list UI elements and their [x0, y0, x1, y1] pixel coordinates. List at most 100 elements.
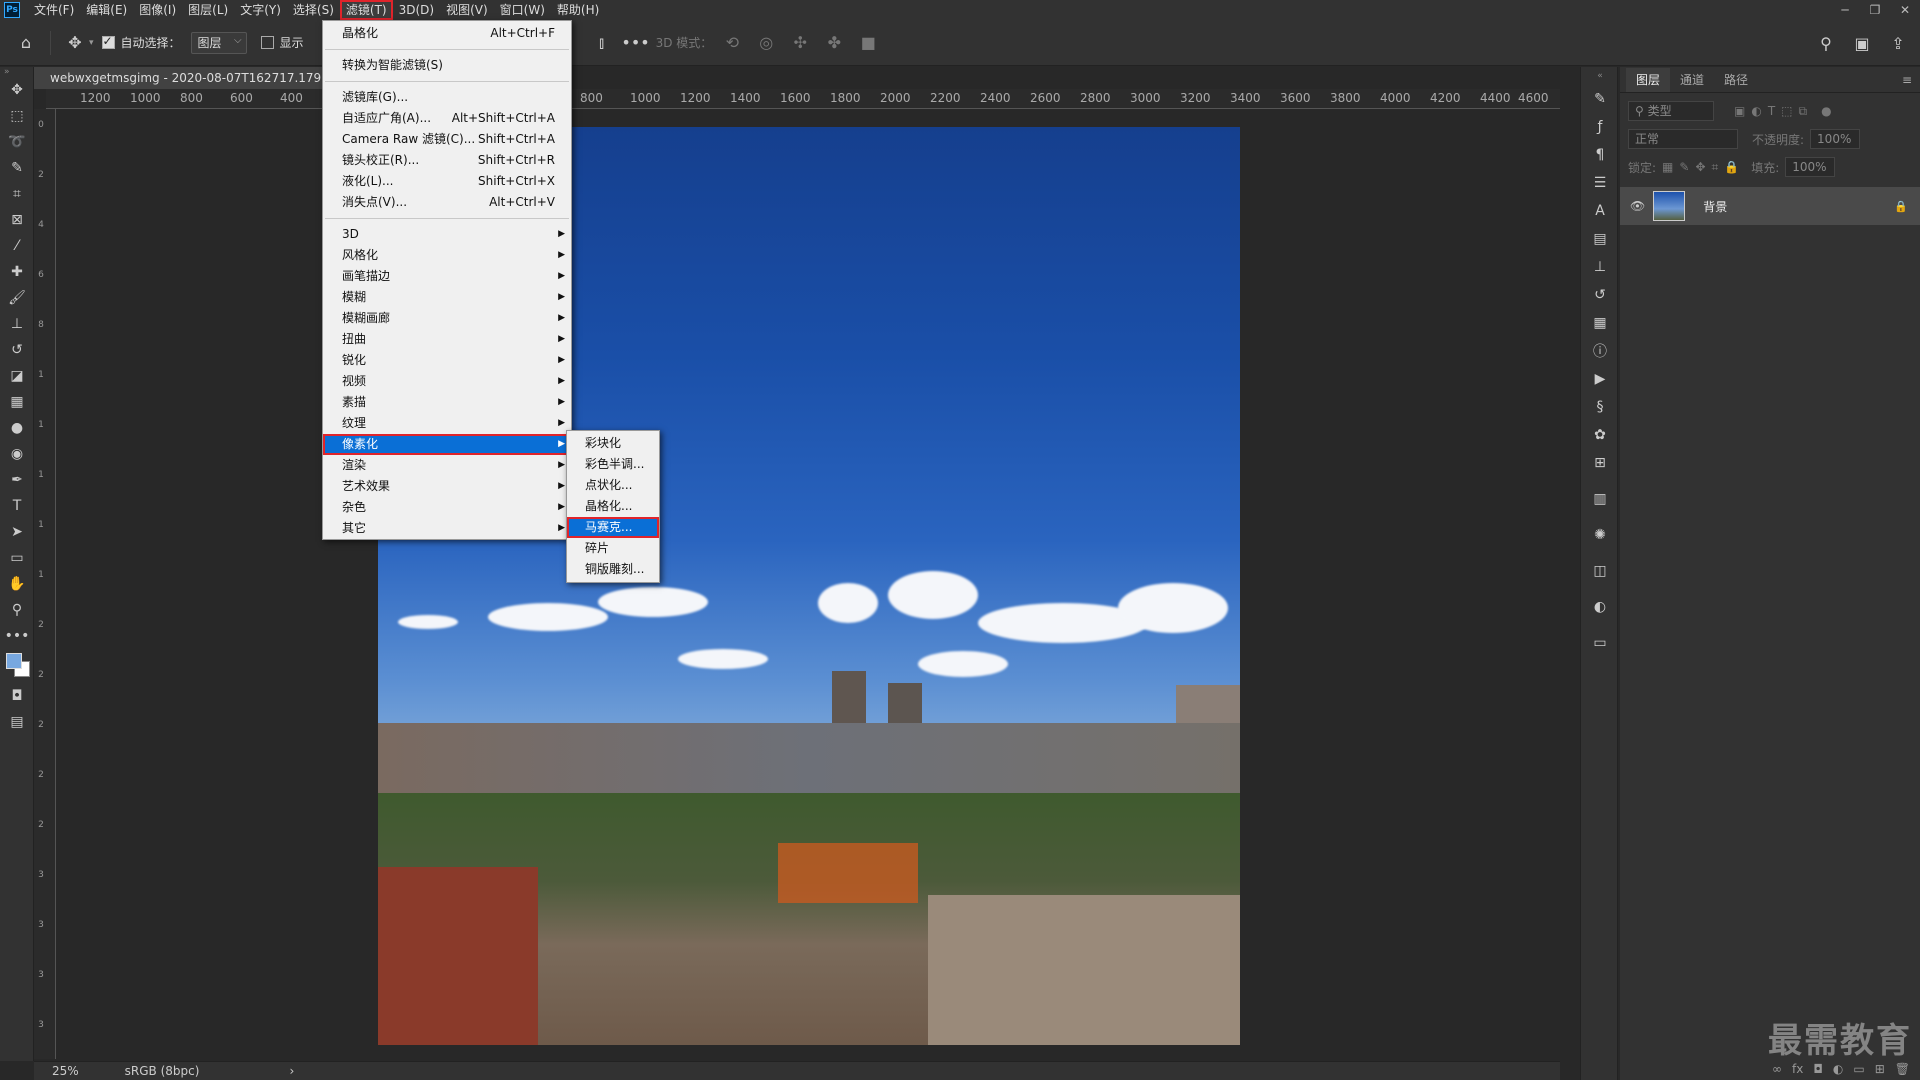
move-tool-icon[interactable]: ✥	[0, 77, 34, 103]
paragraph-icon[interactable]: ¶	[1581, 141, 1619, 169]
collapse-icon[interactable]: «	[1581, 67, 1619, 85]
layer-row[interactable]: 👁 背景 🔒	[1620, 187, 1920, 225]
gradient-tool-icon[interactable]: ▦	[0, 389, 34, 415]
foreground-color[interactable]	[6, 653, 22, 669]
libraries-icon[interactable]: ▤	[1581, 225, 1619, 253]
collapse-icon[interactable]: »	[0, 67, 33, 77]
menu-item-lens-correction[interactable]: 镜头校正(R)... Shift+Ctrl+R	[323, 150, 571, 171]
history-brush-tool-icon[interactable]: ↺	[0, 337, 34, 363]
zoom-tool-icon[interactable]: ⚲	[0, 597, 34, 623]
clone-source-icon[interactable]: ⊥	[1581, 253, 1619, 281]
3d-pan-icon[interactable]: ✣	[786, 29, 814, 57]
filter-shape-icon[interactable]: ⬚	[1781, 104, 1792, 118]
properties-icon[interactable]: ☰	[1581, 169, 1619, 197]
submenu-item-mezzotint[interactable]: 铜版雕刻...	[567, 559, 659, 580]
rectangle-tool-icon[interactable]: ▭	[0, 545, 34, 571]
minimize-button[interactable]: ─	[1830, 0, 1860, 20]
menu-view[interactable]: 视图(V)	[440, 0, 494, 20]
menu-item-sharpen[interactable]: 锐化 ▶	[323, 350, 571, 371]
type-tool-icon[interactable]: T	[0, 493, 34, 519]
menu-item-stylize[interactable]: 风格化 ▶	[323, 245, 571, 266]
auto-select-checkbox[interactable]	[101, 34, 115, 49]
home-icon[interactable]: ⌂	[12, 29, 40, 57]
close-button[interactable]: ✕	[1890, 0, 1920, 20]
more-options-icon[interactable]: •••	[621, 29, 649, 57]
paths-icon[interactable]: §	[1581, 393, 1619, 421]
tab-channels[interactable]: 通道	[1670, 68, 1714, 92]
menu-item-pixelate[interactable]: 像素化 ▶	[323, 434, 571, 455]
character-icon[interactable]: A	[1581, 197, 1619, 225]
brush-settings-icon[interactable]: ✎	[1581, 85, 1619, 113]
menu-item-render[interactable]: 渲染 ▶	[323, 455, 571, 476]
zoom-level[interactable]: 25%	[52, 1064, 79, 1078]
menu-item-brush-strokes[interactable]: 画笔描边 ▶	[323, 266, 571, 287]
pen-tool-icon[interactable]: ✒	[0, 467, 34, 493]
trash-icon[interactable]: 🗑	[1895, 1062, 1910, 1076]
menu-item-other[interactable]: 其它 ▶	[323, 518, 571, 539]
more-tools-icon[interactable]: •••	[0, 623, 34, 649]
menu-edit[interactable]: 编辑(E)	[80, 0, 133, 20]
adjustment-layer-icon[interactable]: ◐	[1833, 1062, 1843, 1076]
healing-brush-tool-icon[interactable]: ✚	[0, 259, 34, 285]
menu-item-liquify[interactable]: 液化(L)... Shift+Ctrl+X	[323, 171, 571, 192]
lasso-tool-icon[interactable]: ➰	[0, 129, 34, 155]
eye-icon[interactable]: 👁	[1630, 199, 1645, 213]
eyedropper-tool-icon[interactable]: ⁄	[0, 233, 34, 259]
color-icon[interactable]: ◐	[1581, 593, 1619, 621]
styles-icon[interactable]: ƒ	[1581, 113, 1619, 141]
3d-icon[interactable]: ✿	[1581, 421, 1619, 449]
submenu-item-color-halftone[interactable]: 彩色半调...	[567, 454, 659, 475]
menu-item-sketch[interactable]: 素描 ▶	[323, 392, 571, 413]
search-icon[interactable]: ⚲	[1812, 29, 1840, 57]
stamp-tool-icon[interactable]: ⊥	[0, 311, 34, 337]
menu-select[interactable]: 选择(S)	[287, 0, 340, 20]
lock-transparent-icon[interactable]: ▦	[1662, 160, 1673, 174]
menu-item-last-filter[interactable]: 晶格化 Alt+Ctrl+F	[323, 23, 571, 44]
menu-item-filter-gallery[interactable]: 滤镜库(G)...	[323, 87, 571, 108]
lock-all-icon[interactable]: 🔒	[1724, 160, 1739, 174]
3d-slide-icon[interactable]: ✤	[820, 29, 848, 57]
menu-item-smart-filter[interactable]: 转换为智能滤镜(S)	[323, 55, 571, 76]
table-icon[interactable]: ⊞	[1581, 449, 1619, 477]
screen-mode-icon[interactable]: ▤	[0, 709, 34, 735]
lock-image-icon[interactable]: ✎	[1679, 160, 1689, 174]
lock-artboard-icon[interactable]: ⌗	[1712, 160, 1719, 175]
tab-layers[interactable]: 图层	[1626, 68, 1671, 92]
layer-style-icon[interactable]: fx	[1792, 1062, 1803, 1076]
brush-tool-icon[interactable]: 🖌	[0, 285, 34, 311]
submenu-item-fragment[interactable]: 碎片	[567, 538, 659, 559]
menu-window[interactable]: 窗口(W)	[494, 0, 551, 20]
crop-tool-icon[interactable]: ⌗	[0, 181, 34, 207]
path-select-tool-icon[interactable]: ➤	[0, 519, 34, 545]
menu-item-artistic[interactable]: 艺术效果 ▶	[323, 476, 571, 497]
menu-type[interactable]: 文字(Y)	[234, 0, 287, 20]
menu-layer[interactable]: 图层(L)	[182, 0, 234, 20]
menu-image[interactable]: 图像(I)	[133, 0, 182, 20]
link-layers-icon[interactable]: ∞	[1772, 1062, 1782, 1076]
3d-roll-icon[interactable]: ◎	[752, 29, 780, 57]
status-more-button[interactable]: ›	[289, 1064, 294, 1078]
distribute-icon[interactable]: ⫾	[588, 29, 616, 57]
submenu-item-mosaic[interactable]: 马赛克...	[567, 517, 659, 538]
document-tab[interactable]: webwxgetmsgimg - 2020-08-07T162717.179.j…	[34, 67, 324, 89]
color-swatches[interactable]	[0, 649, 34, 683]
auto-select-target-dropdown[interactable]: 图层	[190, 31, 247, 54]
info-icon[interactable]: ⓘ	[1581, 337, 1619, 365]
filter-pixel-icon[interactable]: ▣	[1734, 104, 1745, 118]
menu-3d[interactable]: 3D(D)	[393, 0, 440, 20]
frame-tool-icon[interactable]: ⊠	[0, 207, 34, 233]
filter-type-icon[interactable]: T	[1768, 104, 1775, 118]
submenu-item-crystallize[interactable]: 晶格化...	[567, 496, 659, 517]
filter-smart-icon[interactable]: ⧉	[1799, 104, 1808, 119]
swatches-icon[interactable]: ▦	[1581, 309, 1619, 337]
menu-item-camera-raw[interactable]: Camera Raw 滤镜(C)... Shift+Ctrl+A	[323, 129, 571, 150]
notes-icon[interactable]: ▥	[1581, 485, 1619, 513]
menu-item-texture[interactable]: 纹理 ▶	[323, 413, 571, 434]
blur-tool-icon[interactable]: ●	[0, 415, 34, 441]
menu-file[interactable]: 文件(F)	[28, 0, 80, 20]
3d-orbit-icon[interactable]: ⟲	[718, 29, 746, 57]
blend-mode-dropdown[interactable]: 正常	[1628, 129, 1738, 149]
menu-item-video[interactable]: 视频 ▶	[323, 371, 571, 392]
gradients-icon[interactable]: ▭	[1581, 629, 1619, 657]
quick-mask-icon[interactable]: ◘	[0, 683, 34, 709]
